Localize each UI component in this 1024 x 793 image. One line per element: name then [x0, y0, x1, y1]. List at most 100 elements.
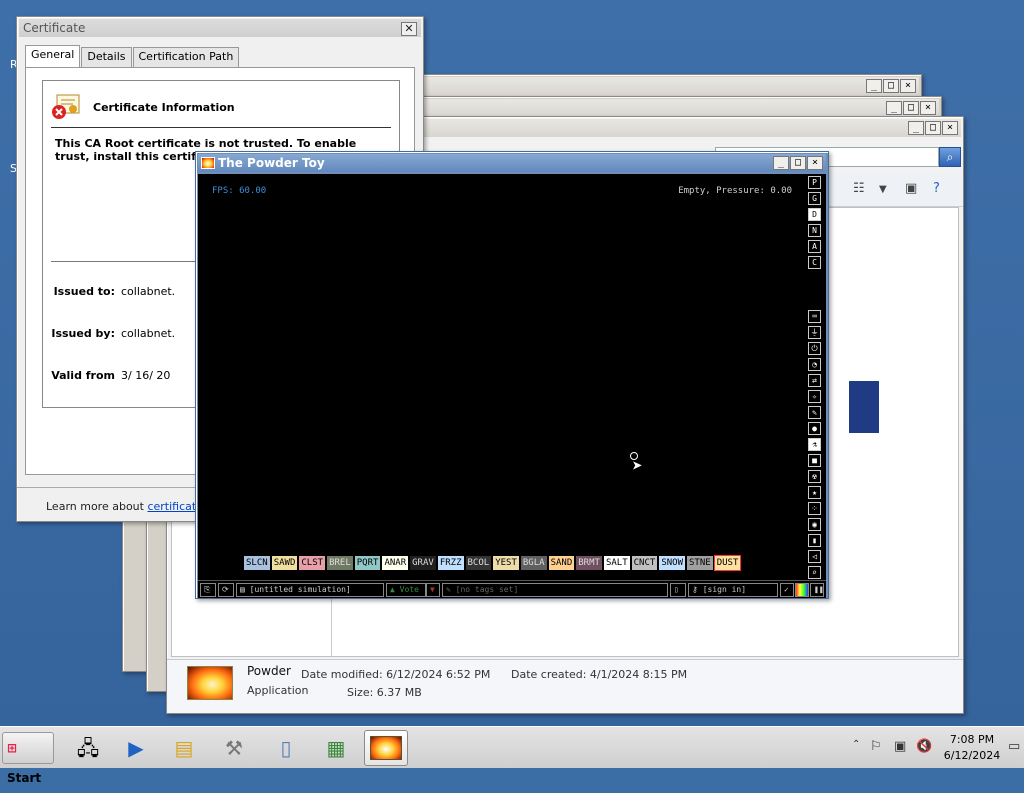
element-salt[interactable]: SALT: [603, 556, 630, 570]
window-title: The Powder Toy: [218, 156, 325, 170]
close-button[interactable]: ×: [900, 79, 916, 93]
title-bar[interactable]: The Powder Toy _ □ ×: [198, 154, 826, 172]
view-options-icon[interactable]: ☷: [853, 181, 865, 196]
radiation-icon[interactable]: ☢: [808, 470, 821, 483]
maximize-button[interactable]: □: [903, 101, 919, 115]
preview-pane-icon[interactable]: ▣: [905, 181, 917, 196]
minimize-button[interactable]: _: [773, 156, 789, 170]
clock-date[interactable]: 6/12/2024: [940, 749, 1004, 762]
plug-icon[interactable]: ⏚: [808, 326, 821, 339]
maximize-button[interactable]: □: [883, 79, 899, 93]
brush-icon[interactable]: ✎: [808, 406, 821, 419]
element-frzz[interactable]: FRZZ: [437, 556, 464, 570]
simulation-canvas[interactable]: FPS: 60.00 Empty, Pressure: 0.00 PGDNAC …: [198, 174, 826, 598]
server-manager-icon[interactable]: 🖧: [66, 730, 110, 766]
tab-general[interactable]: General: [25, 45, 81, 67]
save-simulation-button[interactable]: ▤ [untitled simulation]: [236, 583, 384, 597]
dots-icon[interactable]: ⁘: [808, 502, 821, 515]
sound-icon[interactable]: ◁: [808, 550, 821, 563]
display-mode-button-a[interactable]: A: [808, 240, 821, 253]
issued-to-field: Issued to: collabnet.: [53, 285, 176, 298]
display-mode-button-d[interactable]: D: [808, 208, 821, 221]
key-icon: ⚷: [692, 585, 703, 594]
element-bcol[interactable]: BCOL: [465, 556, 492, 570]
spray-icon[interactable]: ✧: [808, 390, 821, 403]
search-icon[interactable]: ⌕: [808, 566, 821, 579]
close-button[interactable]: ×: [807, 156, 823, 170]
render-options-icon[interactable]: [795, 583, 809, 597]
arrows-icon[interactable]: ⇄: [808, 374, 821, 387]
show-desktop-icon[interactable]: ▭: [1008, 739, 1020, 754]
notepad-icon[interactable]: ▯: [264, 730, 308, 766]
element-bgla[interactable]: BGLA: [520, 556, 547, 570]
powder-toy-taskbar-button[interactable]: [364, 730, 408, 766]
drop-icon[interactable]: ●: [808, 422, 821, 435]
settings-icon[interactable]: ✓: [780, 583, 794, 597]
tab-details[interactable]: Details: [81, 47, 132, 67]
close-button[interactable]: ×: [920, 101, 936, 115]
element-sand[interactable]: SAND: [548, 556, 575, 570]
start-button[interactable]: ⊞ Start: [2, 732, 54, 785]
close-button[interactable]: ×: [942, 121, 958, 135]
show-hidden-icons[interactable]: ⌃: [852, 739, 860, 750]
element-yest[interactable]: YEST: [493, 556, 519, 570]
tools-icon[interactable]: ⚒: [212, 730, 256, 766]
display-mode-button-g[interactable]: G: [808, 192, 821, 205]
open-simulation-icon[interactable]: ⎘: [200, 583, 216, 597]
display-mode-button-p[interactable]: P: [808, 176, 821, 189]
minimize-button[interactable]: _: [886, 101, 902, 115]
date-modified: Date modified: 6/12/2024 6:52 PM: [301, 668, 491, 681]
network-card-icon[interactable]: ▦: [314, 730, 358, 766]
element-anar[interactable]: ANAR: [382, 556, 409, 570]
flask-icon[interactable]: ⚗: [808, 438, 821, 451]
sign-in-button[interactable]: ⚷ [sign in]: [688, 583, 778, 597]
element-sawd[interactable]: SAWD: [271, 556, 298, 570]
tag-icon: ✎: [446, 585, 456, 594]
element-dust[interactable]: DUST: [713, 555, 742, 571]
element-stne[interactable]: STNE: [687, 556, 713, 570]
reload-icon[interactable]: ⟳: [218, 583, 234, 597]
vote-up-button[interactable]: ▲ Vote: [386, 583, 426, 597]
clear-simulation-icon[interactable]: ▯: [670, 583, 686, 597]
element-cnct[interactable]: CNCT: [631, 556, 658, 570]
display-mode-button-c[interactable]: C: [808, 256, 821, 269]
volume-muted-icon[interactable]: 🔇: [916, 739, 932, 754]
selected-item-highlight: [849, 381, 879, 433]
file-explorer-icon[interactable]: ▤: [162, 730, 206, 766]
maximize-button[interactable]: □: [925, 121, 941, 135]
bulb-icon[interactable]: ◉: [808, 518, 821, 531]
tab-certification-path[interactable]: Certification Path: [132, 47, 240, 67]
chevron-down-icon[interactable]: ▼: [879, 184, 887, 195]
minimize-button[interactable]: _: [866, 79, 882, 93]
vote-down-button[interactable]: ▼: [426, 583, 440, 597]
search-icon[interactable]: ⌕: [939, 147, 961, 167]
star-icon[interactable]: ★: [808, 486, 821, 499]
powershell-icon[interactable]: ▶: [114, 730, 158, 766]
element-clst[interactable]: CLST: [299, 556, 326, 570]
tags-button[interactable]: ✎ [no tags set]: [442, 583, 668, 597]
element-slcn[interactable]: SLCN: [244, 556, 270, 570]
element-brmt[interactable]: BRMT: [576, 556, 602, 570]
bookmark-icon[interactable]: ▮: [808, 534, 821, 547]
element-snow[interactable]: SNOW: [659, 556, 685, 570]
element-brel[interactable]: BREL: [327, 556, 353, 570]
display-mode-button-n[interactable]: N: [808, 224, 821, 237]
action-center-flag-icon[interactable]: ⚐: [870, 739, 882, 754]
gauge-icon[interactable]: ◔: [808, 358, 821, 371]
power-icon[interactable]: ⏻: [808, 342, 821, 355]
help-icon[interactable]: ?: [933, 181, 940, 196]
keyboard-icon[interactable]: ⌨: [808, 310, 821, 323]
maximize-button[interactable]: □: [790, 156, 806, 170]
close-button[interactable]: ✕: [401, 22, 417, 36]
element-grav[interactable]: GRAV: [410, 556, 436, 570]
element-pqrt[interactable]: PQRT: [354, 556, 381, 570]
pause-icon[interactable]: ❚❚: [810, 583, 824, 597]
title-bar[interactable]: Certificate ✕: [19, 19, 421, 37]
clock-time[interactable]: 7:08 PM: [940, 733, 1004, 746]
powder-toy-window[interactable]: The Powder Toy _ □ × FPS: 60.00 Empty, P…: [195, 151, 829, 599]
network-icon[interactable]: ▣: [894, 739, 906, 754]
minimize-button[interactable]: _: [908, 121, 924, 135]
powder-toy-icon: [370, 736, 402, 760]
save-icon: ▤: [240, 585, 250, 594]
square-icon[interactable]: ■: [808, 454, 821, 467]
